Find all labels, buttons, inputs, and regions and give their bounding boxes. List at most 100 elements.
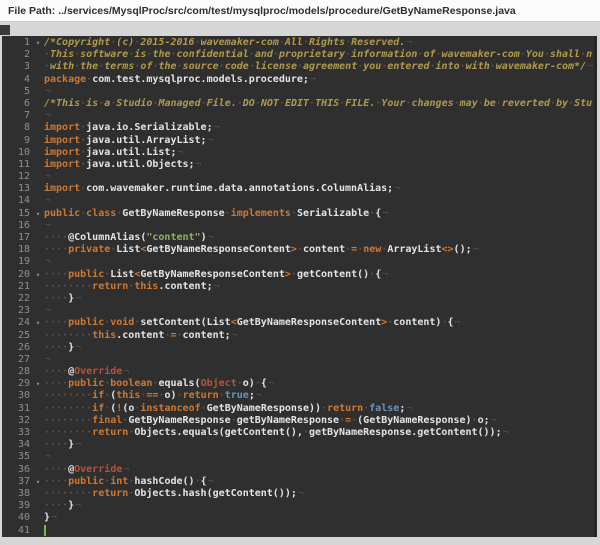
line-number: 21 xyxy=(2,281,32,293)
fold-gutter xyxy=(32,451,44,463)
line-number: 17 xyxy=(2,232,32,244)
code-text: ····@Override¬ xyxy=(44,464,594,476)
line-number: 37 xyxy=(2,476,32,488)
code-line[interactable]: 8import·java.io.Serializable;¬ xyxy=(2,122,594,134)
whitespace-dots: · xyxy=(303,37,309,48)
whitespace-dots: · xyxy=(430,61,436,72)
code-line[interactable]: 32········final·GetByNameResponse·getByN… xyxy=(2,415,594,427)
code-line[interactable]: 21········return·this.content;¬ xyxy=(2,281,594,293)
code-line[interactable]: 36 ····@Override¬ xyxy=(2,464,594,476)
token-pl: ········ xyxy=(44,281,92,292)
whitespace-dots: · xyxy=(128,427,134,438)
token-pl: ·GetByNameResponse·getByNameResponse· xyxy=(122,415,345,426)
code-line[interactable]: 41 xyxy=(2,525,594,537)
code-text: ····public·void·setContent(List<GetByNam… xyxy=(44,317,594,329)
fold-toggle-icon[interactable]: ▾ xyxy=(32,37,44,49)
code-text: ····}¬ xyxy=(44,500,594,512)
token-kw: int xyxy=(110,476,128,487)
whitespace-dots: ···· xyxy=(44,293,68,304)
code-editor[interactable]: 1▾/*Copyright·(c)·2015-2016·wavemaker-co… xyxy=(2,36,597,537)
code-text: ····public·boolean·equals(Object·o)·{¬ xyxy=(44,378,594,390)
fold-toggle-icon[interactable]: ▾ xyxy=(32,208,44,220)
code-line[interactable]: 23¬ xyxy=(2,305,594,317)
token-kw: implements xyxy=(231,208,291,219)
code-line[interactable]: 28····@Override¬ xyxy=(2,366,594,378)
token-pl: ·com.wavemaker.runtime.data.annotations.… xyxy=(80,183,393,194)
fold-gutter xyxy=(32,220,44,232)
whitespace-dots: ···· xyxy=(44,317,68,328)
code-line[interactable]: 17····@ColumnAlias("content")¬ xyxy=(2,232,594,244)
token-pl: ·content· xyxy=(297,244,351,255)
code-line[interactable]: 25········this.content·=·content;¬ xyxy=(2,330,594,342)
code-line[interactable]: 33········return·Objects.equals(getConte… xyxy=(2,427,594,439)
code-line[interactable]: 20▾····public·List<GetByNameResponseCont… xyxy=(2,269,594,281)
whitespace-dots: · xyxy=(201,98,207,109)
token-pl: ···· xyxy=(44,269,68,280)
line-number: 36 xyxy=(2,464,32,476)
code-line[interactable]: 4package·com.test.mysqlproc.models.proce… xyxy=(2,74,594,86)
token-pl: ·hashCode()·{ xyxy=(128,476,206,487)
code-line[interactable]: 15▾public·class·GetByNameResponse·implem… xyxy=(2,208,594,220)
code-line[interactable]: 10import·java.util.List;¬ xyxy=(2,147,594,159)
code-line[interactable]: 13import·com.wavemaker.runtime.data.anno… xyxy=(2,183,594,195)
code-line[interactable]: 27¬ xyxy=(2,354,594,366)
token-pl: ····} xyxy=(44,342,74,353)
code-text xyxy=(44,525,594,537)
code-line[interactable]: 18····private·List<GetByNameResponseCont… xyxy=(2,244,594,256)
code-line[interactable]: 35¬ xyxy=(2,451,594,463)
code-line[interactable]: 16¬ xyxy=(2,220,594,232)
line-number: 33 xyxy=(2,427,32,439)
code-line[interactable]: 29▾····public·boolean·equals(Object·o)·{… xyxy=(2,378,594,390)
code-text: ····private·List<GetByNameResponseConten… xyxy=(44,244,594,256)
code-line[interactable]: 7¬ xyxy=(2,110,594,122)
fold-toggle-icon[interactable]: ▾ xyxy=(32,269,44,281)
code-line[interactable]: 22····}¬ xyxy=(2,293,594,305)
code-line[interactable]: 40}¬ xyxy=(2,512,594,524)
code-line[interactable]: 2·This·software·is·the·confidential·and·… xyxy=(2,49,594,61)
code-line[interactable]: 14¬ xyxy=(2,195,594,207)
token-pl: ·o)· xyxy=(158,390,182,401)
line-number: 40 xyxy=(2,512,32,524)
code-line[interactable]: 38········return·Objects.hash(getContent… xyxy=(2,488,594,500)
line-number: 7 xyxy=(2,110,32,122)
line-end-mark: ¬ xyxy=(123,366,129,377)
whitespace-dots: · xyxy=(80,98,86,109)
code-line[interactable]: 19¬ xyxy=(2,256,594,268)
code-text: import·java.io.Serializable;¬ xyxy=(44,122,594,134)
code-line[interactable]: 1▾/*Copyright·(c)·2015-2016·wavemaker-co… xyxy=(2,37,594,49)
token-pl: ·List xyxy=(110,244,140,255)
code-line[interactable]: 26····}¬ xyxy=(2,342,594,354)
code-line[interactable]: 12¬ xyxy=(2,171,594,183)
code-line[interactable]: 3·with·the·terms·of·the·source·code·lice… xyxy=(2,61,594,73)
token-kw: import xyxy=(44,159,80,170)
line-number: 2 xyxy=(2,49,32,61)
code-line[interactable]: 6/*This·is·a·Studio·Managed·File.·DO·NOT… xyxy=(2,98,594,110)
code-line[interactable]: 30········if·(this·==·o)·return·true;¬ xyxy=(2,390,594,402)
code-line[interactable]: 5¬ xyxy=(2,86,594,98)
token-kw: this xyxy=(116,390,140,401)
code-text: public·class·GetByNameResponse·implement… xyxy=(44,208,594,220)
code-line[interactable]: 31········if·(!(o·instanceof·GetByNameRe… xyxy=(2,403,594,415)
line-end-mark: ¬ xyxy=(214,281,220,292)
whitespace-dots: · xyxy=(152,378,158,389)
line-end-mark: ¬ xyxy=(593,49,594,60)
fold-toggle-icon[interactable]: ▾ xyxy=(32,317,44,329)
code-line[interactable]: 34····}¬ xyxy=(2,439,594,451)
token-pl: GetByNameResponseContent xyxy=(146,244,291,255)
file-path-bar: File Path: ../services/MysqlProc/src/com… xyxy=(0,0,600,22)
code-text: ¬ xyxy=(44,220,594,232)
fold-toggle-icon[interactable]: ▾ xyxy=(32,378,44,390)
code-line[interactable]: 39····}¬ xyxy=(2,500,594,512)
code-line[interactable]: 24▾····public·void·setContent(List<GetBy… xyxy=(2,317,594,329)
whitespace-dots: · xyxy=(387,317,393,328)
whitespace-dots: · xyxy=(152,98,158,109)
fold-toggle-icon[interactable]: ▾ xyxy=(32,476,44,488)
token-kw: package xyxy=(44,74,86,85)
code-line[interactable]: 37▾····public·int·hashCode()·{¬ xyxy=(2,476,594,488)
code-text: import·java.util.List;¬ xyxy=(44,147,594,159)
whitespace-dots: · xyxy=(134,61,140,72)
code-line[interactable]: 9import·java.util.ArrayList;¬ xyxy=(2,135,594,147)
code-line[interactable]: 11import·java.util.Objects;¬ xyxy=(2,159,594,171)
whitespace-dots: · xyxy=(550,98,556,109)
file-path-prefix: File Path: xyxy=(8,5,55,17)
